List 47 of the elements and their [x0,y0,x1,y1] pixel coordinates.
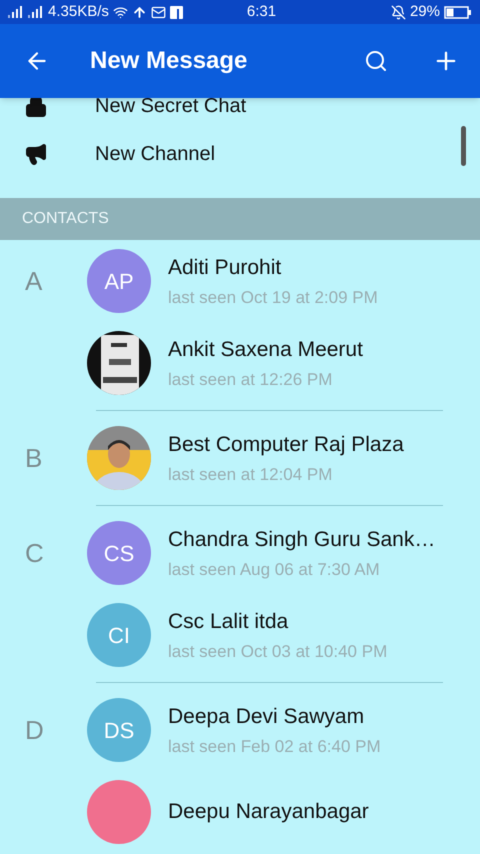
contact-item[interactable]: AP Aditi Purohit last seen Oct 19 at 2:09 PM [87,240,480,322]
contact-item[interactable]: Best Computer Raj Plaza last seen at 12:04 PM [87,417,480,499]
last-seen: last seen Oct 03 at 10:40 PM [168,641,388,663]
screen-title: New Message [90,46,248,76]
contact-name: Best Computer Raj Plaza [168,432,404,458]
avatar-initials: CS [104,540,134,568]
contact-name: Ankit Saxena Meerut [168,336,363,362]
section-header-label: CONTACTS [22,209,109,229]
avatar-initials: AP [104,268,134,296]
network-speed: 4.35KB/s [48,2,109,22]
bell-off-icon [390,4,406,20]
contact-item[interactable]: Ankit Saxena Meerut last seen at 12:26 PM [87,322,480,404]
menu-item[interactable]: New Channel [0,128,480,192]
lock-icon [24,98,48,118]
battery-icon [444,6,472,18]
contact-name: Deepu Narayanbagar [168,799,369,826]
contact-item[interactable]: CI Csc Lalit itda last seen Oct 03 at 10:40 PM [87,594,480,676]
clock: 6:31 [246,2,276,22]
upload-icon [132,4,147,20]
contact-name: Aditi Purohit [168,254,282,280]
mail-icon [150,4,166,20]
last-seen: last seen Oct 19 at 2:09 PM [168,287,378,309]
scrollbar-thumb[interactable] [461,126,466,166]
index-letter: C [25,538,44,568]
square-icon [170,6,183,18]
megaphone-icon [24,142,48,166]
contact-item[interactable]: DS Deepa Devi Sawyam last seen Feb 02 at 6:40 PM [87,689,480,771]
last-seen: last seen Aug 06 at 7:30 AM [168,559,381,581]
contact-name: Deepa Devi Sawyam [168,704,366,730]
menu-item-label: New Channel [95,142,216,167]
contact-item[interactable]: Deepu Narayanbagar [87,771,480,853]
index-letter: A [25,266,42,296]
contact-name: Csc Lalit itda [168,608,290,634]
wifi-icon [112,4,128,20]
last-seen: last seen at 12:26 PM [168,369,334,391]
avatar-initials: DS [104,716,134,744]
battery-level: 29% [410,2,440,22]
contact-name: Chandra Singh Guru Sank… [168,526,436,552]
index-letter: B [25,442,42,472]
search-icon [364,49,388,73]
last-seen: last seen Feb 02 at 6:40 PM [168,736,381,758]
last-seen: last seen at 12:04 PM [168,464,334,486]
signal-icon [28,6,44,18]
signal-icon [8,6,24,18]
contact-item[interactable]: CS Chandra Singh Guru Sank… last seen Aug 06 at 7:30 AM [87,512,480,594]
index-letter: D [25,714,44,744]
avatar-initials: CI [108,622,130,650]
